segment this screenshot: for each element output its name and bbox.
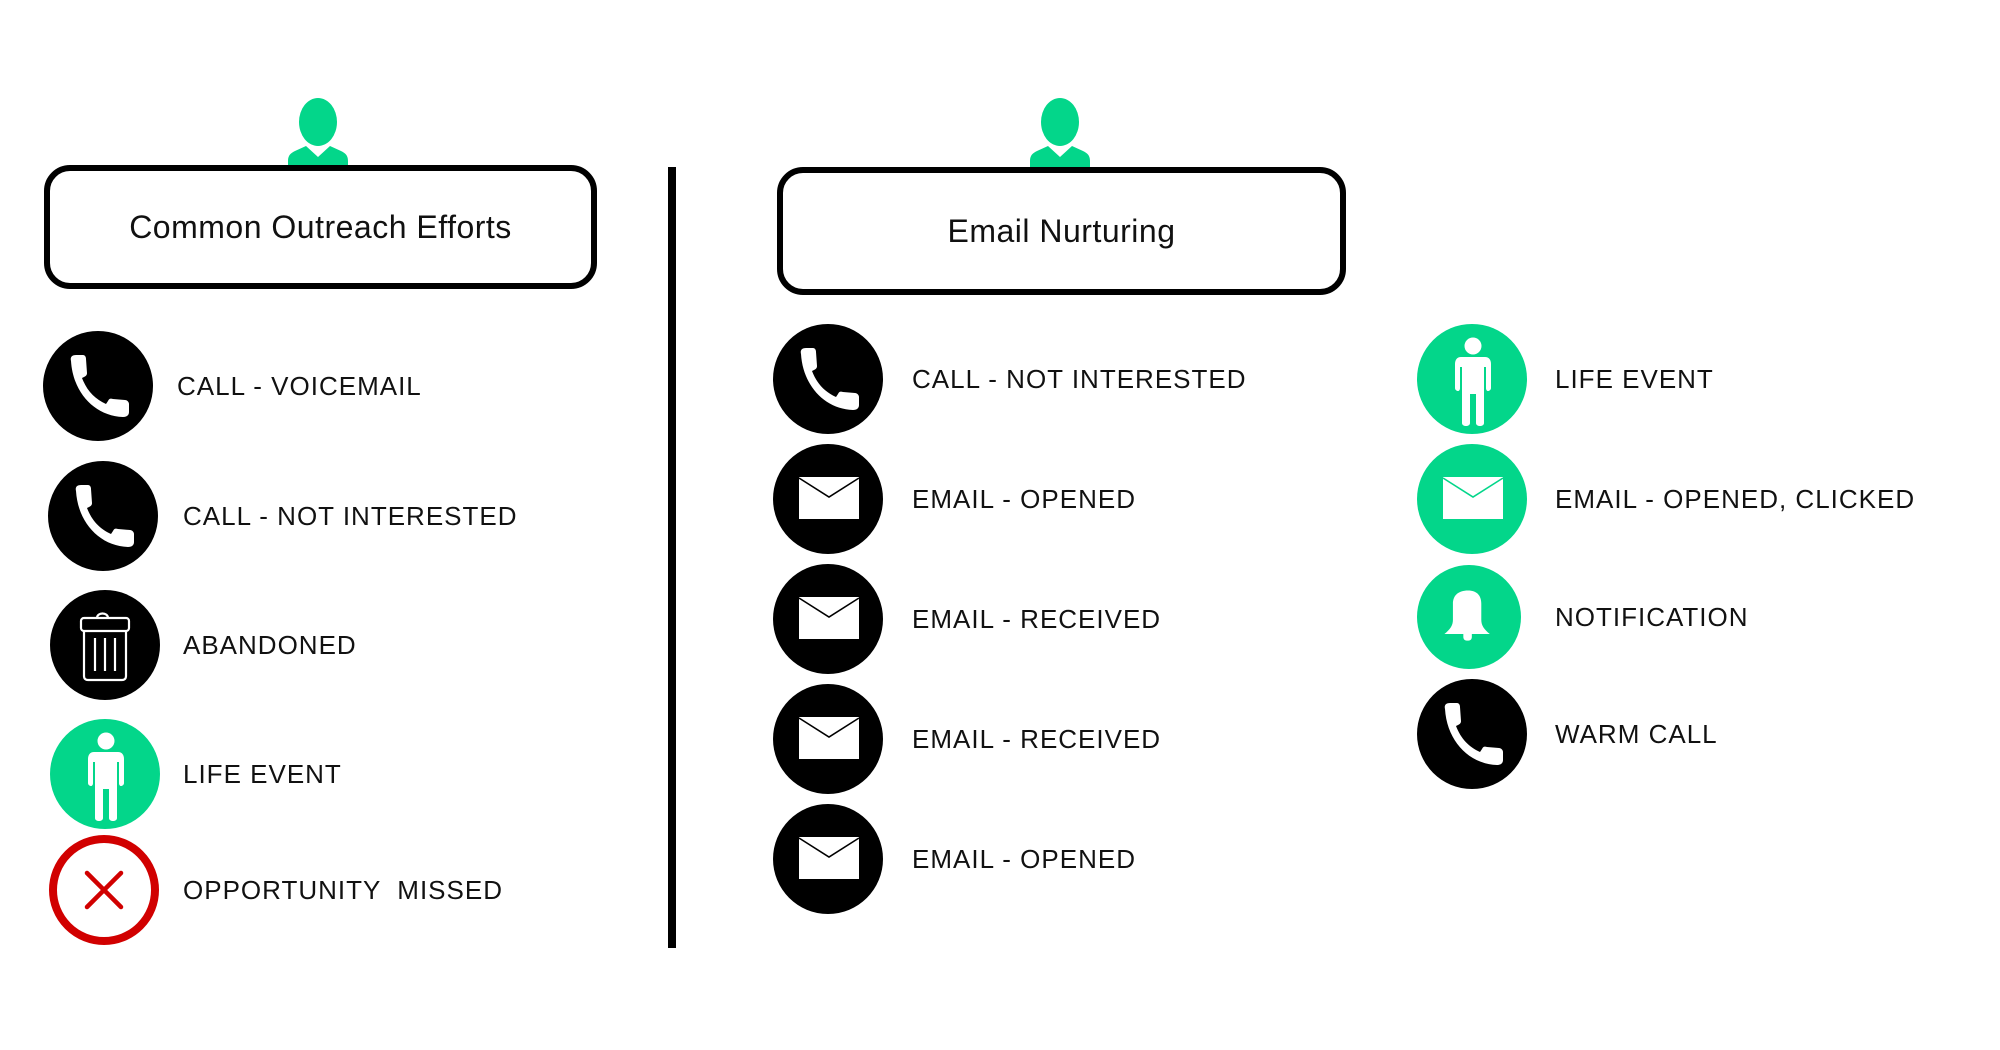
legend-item: CALL - NOT INTERESTED [773, 324, 1247, 434]
legend-item: EMAIL - OPENED, CLICKED [1417, 444, 1915, 554]
legend-label: EMAIL - OPENED [912, 483, 1136, 514]
legend-label: EMAIL - OPENED, CLICKED [1555, 483, 1916, 514]
section-header-box: Email Nurturing [777, 167, 1346, 295]
user-avatar-icon [273, 97, 363, 169]
phone-icon [1417, 679, 1527, 789]
section-title: Email Nurturing [947, 212, 1176, 249]
legend-item: OPPORTUNITY MISSED [49, 835, 503, 945]
legend-item: LIFE EVENT [1417, 324, 1714, 434]
envelope-icon [773, 444, 883, 554]
close-x-icon [49, 835, 159, 945]
legend-item: CALL - VOICEMAIL [43, 331, 422, 441]
legend-item: LIFE EVENT [50, 719, 342, 829]
legend-item: NOTIFICATION [1417, 562, 1749, 672]
legend-label: EMAIL - RECEIVED [912, 723, 1162, 754]
phone-icon [773, 324, 883, 434]
phone-icon [43, 331, 153, 441]
bell-icon [1417, 565, 1521, 669]
envelope-icon [773, 804, 883, 914]
legend-label: EMAIL - RECEIVED [912, 603, 1162, 634]
legend-label: WARM CALL [1555, 718, 1718, 749]
legend-label: LIFE EVENT [1555, 363, 1714, 394]
legend-label: EMAIL - OPENED [912, 843, 1136, 874]
legend-item: EMAIL - OPENED [773, 804, 1136, 914]
envelope-icon [773, 564, 883, 674]
legend-label: CALL - NOT INTERESTED [183, 500, 518, 531]
legend-label: ABANDONED [183, 629, 357, 660]
legend-item: EMAIL - RECEIVED [773, 564, 1161, 674]
legend-item: EMAIL - OPENED [773, 444, 1136, 554]
person-icon [1417, 324, 1527, 434]
vertical-divider [668, 167, 676, 948]
legend-label: LIFE EVENT [183, 758, 342, 789]
legend-label: CALL - VOICEMAIL [177, 370, 422, 401]
legend-item: CALL - NOT INTERESTED [48, 461, 518, 571]
legend-label: CALL - NOT INTERESTED [912, 363, 1247, 394]
legend-item: EMAIL - RECEIVED [773, 684, 1161, 794]
legend-label: NOTIFICATION [1555, 601, 1749, 632]
person-icon [50, 719, 160, 829]
phone-icon [48, 461, 158, 571]
user-avatar-icon [1015, 97, 1105, 169]
trash-icon [50, 590, 160, 700]
legend-item: ABANDONED [50, 590, 357, 700]
envelope-icon [1417, 444, 1527, 554]
legend-item: WARM CALL [1417, 679, 1718, 789]
envelope-icon [773, 684, 883, 794]
section-header-box: Common Outreach Efforts [44, 165, 597, 289]
section-title: Common Outreach Efforts [129, 208, 512, 245]
legend-label: OPPORTUNITY MISSED [183, 874, 503, 905]
